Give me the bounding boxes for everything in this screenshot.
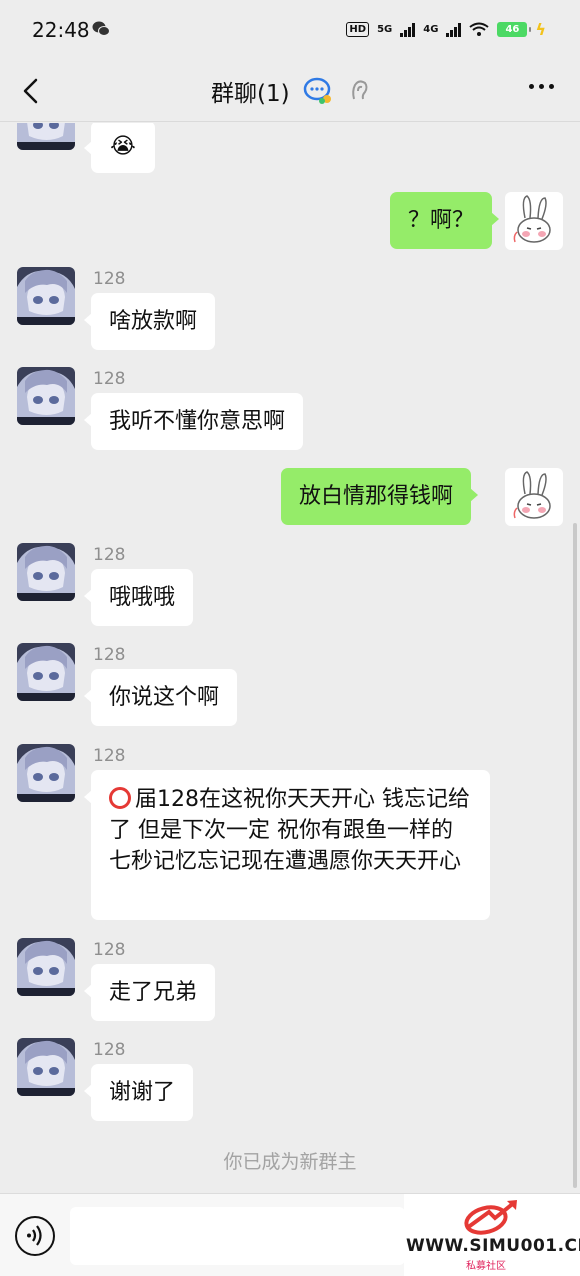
message-bubble[interactable]: 我听不懂你意思啊 <box>83 393 304 450</box>
message-bubble[interactable]: 哦哦哦 <box>83 569 194 626</box>
watermark-text: WWW.SIMU001.CN <box>406 1236 580 1256</box>
status-indicators: HD 5G 4G 46 ϟ <box>346 20 546 39</box>
avatar[interactable] <box>17 643 75 701</box>
signal-icon-2 <box>446 22 462 37</box>
mute-ear-icon <box>352 80 368 100</box>
sender-name: 128 <box>93 645 126 665</box>
more-icon[interactable] <box>529 84 554 89</box>
title-bar: 群聊(1) <box>0 62 580 122</box>
message-bubble[interactable]: 😭 <box>84 123 155 173</box>
message-bubble-long[interactable]: 届128在这祝你天天开心 钱忘记给了 但是下次一定 祝你有跟鱼一样的七秒记忆忘记… <box>84 770 490 920</box>
chat-message-list[interactable]: 😭 ？啊？ 128 啥放款啊 128 我听不懂你意思啊 放白情那得钱啊 128 … <box>0 123 580 1193</box>
message-bubble[interactable]: 你说这个啊 <box>83 669 238 726</box>
scrollbar[interactable] <box>573 523 577 1188</box>
network-5g-label: 5G <box>377 24 393 35</box>
avatar[interactable] <box>17 938 75 996</box>
message-bubble[interactable]: 放白情那得钱啊 <box>281 468 479 525</box>
avatar[interactable] <box>17 1038 75 1096</box>
avatar-self[interactable] <box>505 192 563 250</box>
watermark-logo-icon <box>464 1200 517 1235</box>
battery-indicator: 46 <box>497 22 532 37</box>
avatar[interactable] <box>17 267 75 325</box>
voice-call-icon[interactable] <box>302 75 334 107</box>
back-arrow-icon[interactable] <box>18 76 48 106</box>
sender-name: 128 <box>93 545 126 565</box>
input-bar: WWW.SIMU001.CN 私募社区 <box>0 1193 580 1276</box>
wifi-icon <box>469 22 490 36</box>
wechat-icon <box>92 21 110 36</box>
watermark: WWW.SIMU001.CN 私募社区 <box>404 1194 580 1276</box>
hd-badge: HD <box>346 22 370 37</box>
sender-name: 128 <box>93 369 126 389</box>
message-bubble[interactable]: 啥放款啊 <box>83 293 216 350</box>
system-notice: 你已成为新群主 <box>223 1151 357 1173</box>
status-time: 22:48 <box>32 18 90 42</box>
sender-name: 128 <box>93 1040 126 1060</box>
chat-title: 群聊(1) <box>211 81 290 107</box>
avatar[interactable] <box>17 543 75 601</box>
sender-name: 128 <box>93 940 126 960</box>
message-bubble[interactable]: 走了兄弟 <box>83 964 216 1021</box>
message-text: 届128在这祝你天天开心 钱忘记给了 但是下次一定 祝你有跟鱼一样的七秒记忆忘记… <box>109 787 470 874</box>
charging-icon: ϟ <box>535 20 546 39</box>
network-4g-label: 4G <box>423 24 439 35</box>
sender-name: 128 <box>93 269 126 289</box>
message-bubble[interactable]: ？啊？ <box>390 192 500 249</box>
message-input[interactable] <box>70 1207 405 1265</box>
avatar[interactable] <box>17 123 75 150</box>
signal-icon <box>400 22 416 37</box>
avatar[interactable] <box>17 744 75 802</box>
sender-name: 128 <box>93 746 126 766</box>
voice-input-icon[interactable] <box>15 1216 55 1256</box>
message-bubble[interactable]: 谢谢了 <box>83 1064 194 1121</box>
avatar-self[interactable] <box>505 468 563 526</box>
watermark-subtext: 私募社区 <box>466 1261 506 1272</box>
status-bar: 22:48 HD 5G 4G 46 ϟ <box>0 0 580 62</box>
red-circle-icon <box>109 787 131 809</box>
avatar[interactable] <box>17 367 75 425</box>
